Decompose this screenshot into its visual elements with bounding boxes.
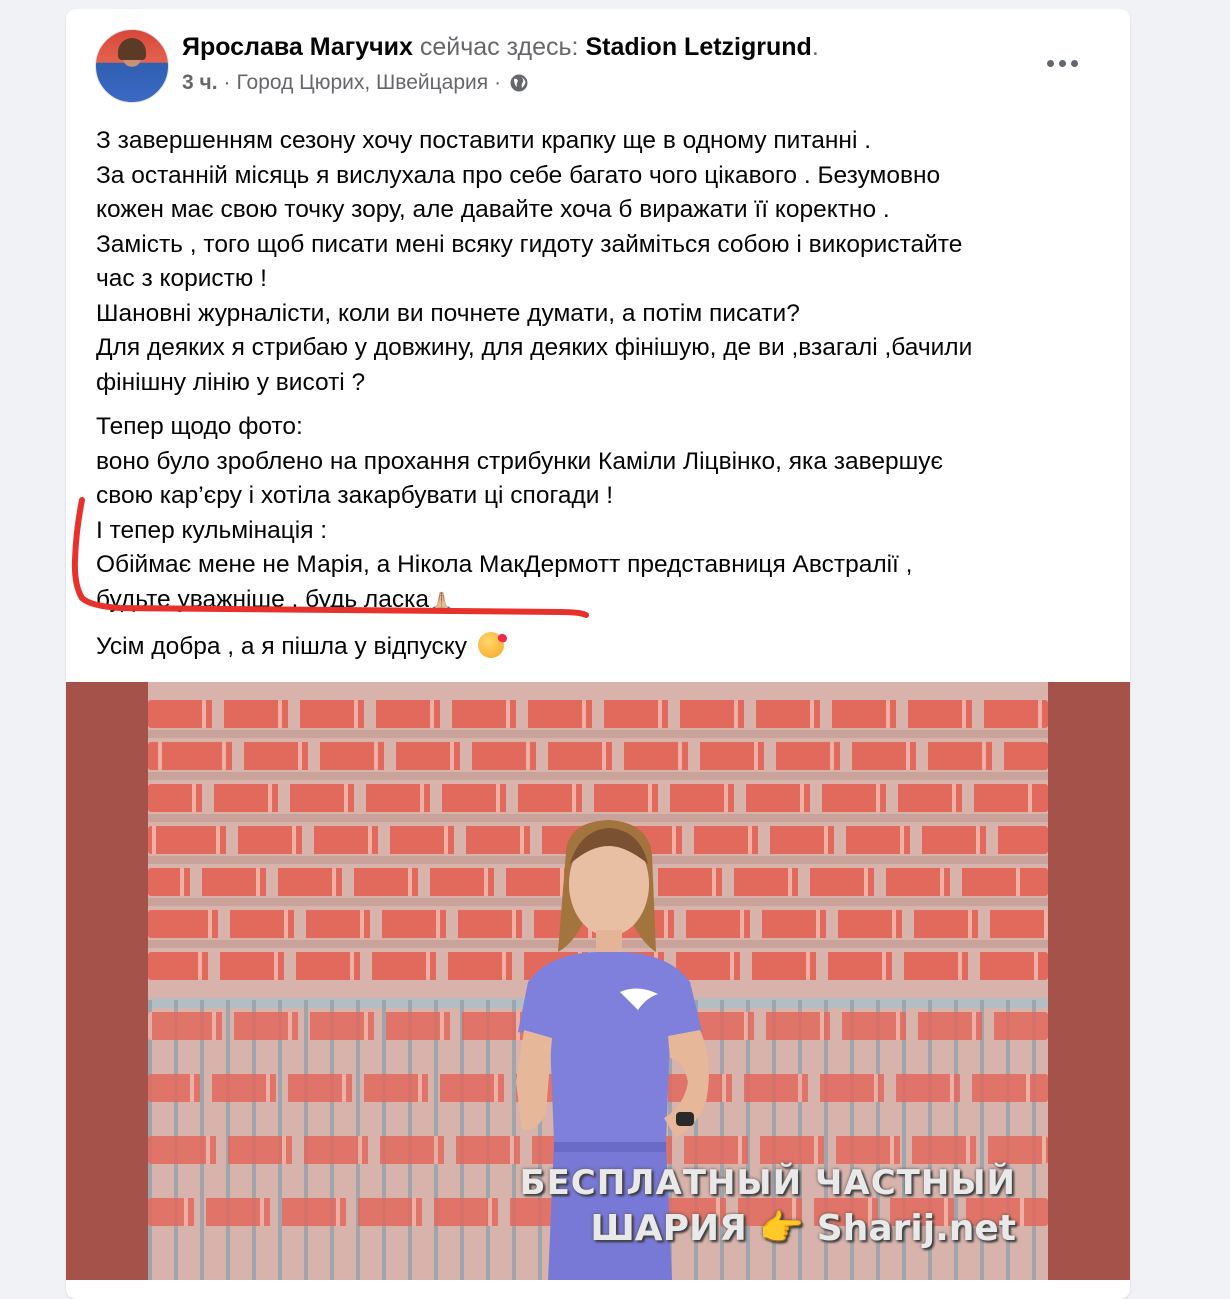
photo-image: БЕСПЛАТНЫЙ ЧАСТНЫЙ ШАРИЯ 👉 Sharij.net [148,682,1048,1280]
place-link[interactable]: Stadion Letzigrund [585,33,811,61]
text-line: З завершенням сезону хочу поставити крап… [96,127,872,154]
avatar[interactable] [95,29,169,103]
location-text: Город Цюрих, Швейцария [236,71,489,94]
meta-separator-2: · [494,71,502,94]
post-text: З завершенням сезону хочу поставити крап… [96,124,1111,675]
text-line: Обіймає мене не Марія, а Нікола МакДермо… [96,551,913,578]
text-line-closing: Усім добра , а я пішла у відпуску [96,630,1111,665]
folded-hands-icon: 🙏🏼 [429,591,454,614]
text-line: воно було зроблено на прохання стрибунки… [96,447,944,475]
post-meta: 3 ч. · Город Цюрих, Швейцария · [182,71,529,95]
timestamp-link[interactable]: 3 ч. [182,71,218,95]
text-line: За останній місяць я вислухала про себе … [96,161,941,189]
post-photo[interactable]: БЕСПЛАТНЫЙ ЧАСТНЫЙ ШАРИЯ 👉 Sharij.net [66,682,1130,1280]
stadium-seat-row [148,784,1048,812]
text-fragment: будьте уважніше , будь ласка [96,585,429,613]
paragraph-1: З завершенням сезону хочу поставити крап… [96,124,1111,400]
stadium-step [148,730,1048,738]
face-blowing-kiss-icon [477,632,504,658]
text-line: Для деяких я стрибаю у довжину, для деяк… [96,334,973,361]
text-line: І тепер кульмінація : [96,516,328,544]
text-line-last: будьте уважніше , будь ласка🙏🏼 [96,583,1111,621]
text-line: фінішну лінію у висоті ? [96,368,366,396]
meta-separator: · [223,71,231,94]
text-line: свою кар’єру і хотіла закарбувати ці спо… [96,482,614,509]
author-name[interactable]: Ярослава Магучих [182,33,413,61]
text-line: кожен має свою точку зору, але давайте х… [96,196,890,223]
more-dot [1046,59,1054,67]
stadium-seat-row [148,700,1048,728]
globe-icon[interactable] [509,73,529,93]
checkin-text: сейчас здесь: [419,33,579,61]
text-line: Шановні журналісти, коли ви почнете дума… [96,299,800,327]
text-line: Тепер щодо фото: [96,413,303,440]
paragraph-3: Усім добра , а я пішла у відпуску [96,630,1111,665]
watermark: БЕСПЛАТНЫЙ ЧАСТНЫЙ ШАРИЯ 👉 Sharij.net [520,1160,1016,1252]
header-line: Ярослава Магучих сейчас здесь: Stadion L… [182,33,819,62]
text-fragment: Усім добра , а я пішла у відпуску [96,633,468,660]
watermark-line: БЕСПЛАТНЫЙ ЧАСТНЫЙ [519,1163,1016,1203]
stadium-step [148,772,1048,780]
text-line: час з користю ! [96,265,267,292]
text-line: Замість , того щоб писати мені всяку гид… [96,230,963,258]
stadium-seat-row [148,742,1048,770]
watermark-line: ШАРИЯ 👉 Sharij.net [590,1208,1016,1249]
place-suffix: . [811,33,819,61]
more-options-button[interactable] [1042,49,1082,77]
post-header: Ярослава Магучих сейчас здесь: Stadion L… [66,9,1130,109]
avatar-hair [118,38,146,60]
more-dot [1070,59,1078,67]
more-dot [1058,59,1066,67]
paragraph-2: Тепер щодо фото: воно було зроблено на п… [96,410,1111,620]
